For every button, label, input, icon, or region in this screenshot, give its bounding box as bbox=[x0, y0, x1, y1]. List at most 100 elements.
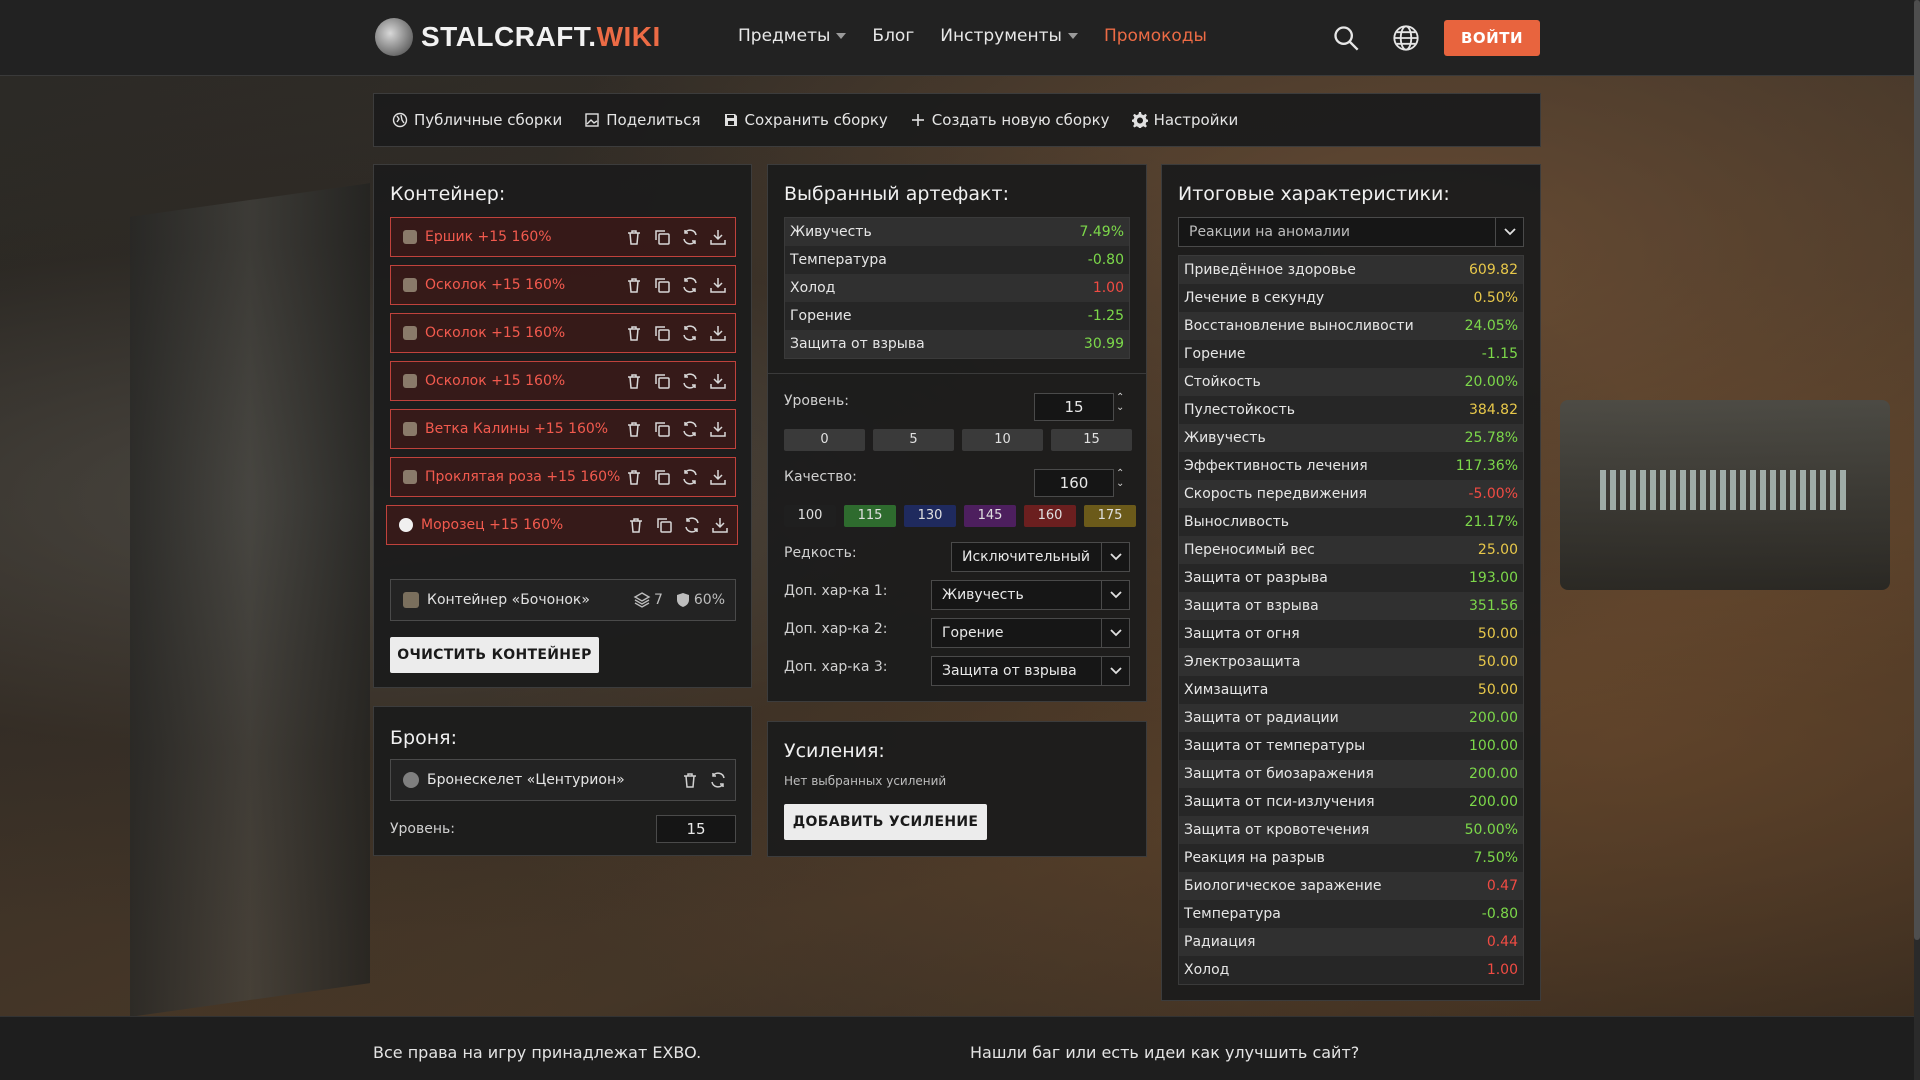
stat-value: 117.36% bbox=[1455, 458, 1518, 474]
stat-name: Защита от взрыва bbox=[790, 336, 925, 352]
nav-item-2[interactable]: Инструменты bbox=[940, 26, 1078, 46]
footer-feedback-link[interactable]: Нашли баг или есть идеи как улучшить сай… bbox=[970, 1043, 1359, 1062]
stat-name: Защита от кровотечения bbox=[1184, 822, 1370, 838]
artifact-name: Ершик +15 160% bbox=[425, 229, 552, 245]
totals-filter-select[interactable]: Реакции на аномалии bbox=[1178, 217, 1524, 247]
quality-input[interactable]: 160 bbox=[1034, 469, 1114, 497]
trash-icon[interactable] bbox=[681, 771, 699, 789]
nav-item-0[interactable]: Предметы bbox=[738, 26, 847, 46]
create-build-button[interactable]: Создать новую сборку bbox=[910, 111, 1110, 129]
trash-icon[interactable] bbox=[625, 276, 643, 294]
stat-value: 200.00 bbox=[1469, 710, 1518, 726]
copy-icon[interactable] bbox=[653, 468, 671, 486]
public-builds-button[interactable]: Публичные сборки bbox=[392, 111, 562, 129]
download-icon[interactable] bbox=[709, 468, 727, 486]
extra2-select[interactable]: Горение bbox=[931, 618, 1130, 648]
quality-chip[interactable]: 160 bbox=[1024, 505, 1076, 527]
download-icon[interactable] bbox=[709, 276, 727, 294]
search-icon[interactable] bbox=[1332, 24, 1360, 52]
swap-icon[interactable] bbox=[683, 516, 701, 534]
swap-icon[interactable] bbox=[681, 420, 699, 438]
download-icon[interactable] bbox=[709, 372, 727, 390]
quality-chip[interactable]: 175 bbox=[1084, 505, 1136, 527]
stat-value: 1.00 bbox=[1486, 962, 1518, 978]
site-logo[interactable]: STALCRAFT.WIKI bbox=[375, 18, 661, 56]
save-icon bbox=[724, 114, 737, 126]
quality-chip[interactable]: 115 bbox=[844, 505, 896, 527]
nav-item-3[interactable]: Промокоды bbox=[1104, 26, 1207, 46]
copy-icon[interactable] bbox=[653, 276, 671, 294]
level-stepper[interactable]: ⌃ ⌄ bbox=[1116, 393, 1124, 413]
container-slot[interactable]: Морозец +15 160% bbox=[386, 505, 738, 545]
container-slot[interactable]: Ершик +15 160% bbox=[390, 217, 736, 257]
extra3-select[interactable]: Защита от взрыва bbox=[931, 656, 1130, 686]
copy-icon[interactable] bbox=[655, 516, 673, 534]
trash-icon[interactable] bbox=[625, 420, 643, 438]
nav-item-1[interactable]: Блог bbox=[872, 26, 914, 46]
trash-icon[interactable] bbox=[625, 468, 643, 486]
login-button[interactable]: ВОЙТИ bbox=[1444, 20, 1540, 56]
armor-item[interactable]: Бронескелет «Центурион» bbox=[390, 759, 736, 801]
container-slot[interactable]: Проклятая роза +15 160% bbox=[390, 457, 736, 497]
stat-row: Эффективность лечения 117.36% bbox=[1179, 452, 1523, 480]
stat-row: Стойкость 20.00% bbox=[1179, 368, 1523, 396]
level-chip[interactable]: 0 bbox=[784, 429, 865, 451]
trash-icon[interactable] bbox=[625, 324, 643, 342]
download-icon[interactable] bbox=[709, 324, 727, 342]
copy-icon[interactable] bbox=[653, 324, 671, 342]
copy-icon[interactable] bbox=[653, 228, 671, 246]
swap-icon[interactable] bbox=[709, 771, 727, 789]
stat-name: Защита от биозаражения bbox=[1184, 766, 1374, 782]
stat-row: Температура -0.80 bbox=[785, 246, 1129, 274]
stat-row: Пулестойкость 384.82 bbox=[1179, 396, 1523, 424]
container-slot[interactable]: Осколок +15 160% bbox=[390, 313, 736, 353]
level-chip[interactable]: 10 bbox=[962, 429, 1043, 451]
globe-icon[interactable] bbox=[1392, 24, 1420, 52]
settings-label: Настройки bbox=[1153, 111, 1239, 129]
swap-icon[interactable] bbox=[681, 372, 699, 390]
stat-row: Реакция на разрыв 7.50% bbox=[1179, 844, 1523, 872]
armor-title: Броня: bbox=[390, 727, 457, 749]
container-slot[interactable]: Осколок +15 160% bbox=[390, 265, 736, 305]
swap-icon[interactable] bbox=[681, 228, 699, 246]
quality-chip[interactable]: 145 bbox=[964, 505, 1016, 527]
armor-level-label: Уровень: bbox=[390, 821, 455, 837]
stat-value: 7.50% bbox=[1473, 850, 1518, 866]
stat-row: Температура -0.80 bbox=[1179, 900, 1523, 928]
copy-icon[interactable] bbox=[653, 420, 671, 438]
quality-chip[interactable]: 130 bbox=[904, 505, 956, 527]
quality-chip[interactable]: 100 bbox=[784, 505, 836, 527]
stat-name: Биологическое заражение bbox=[1184, 878, 1382, 894]
add-boost-button[interactable]: ДОБАВИТЬ УСИЛЕНИЕ bbox=[784, 804, 987, 840]
swap-icon[interactable] bbox=[681, 324, 699, 342]
clear-container-button[interactable]: ОЧИСТИТЬ КОНТЕЙНЕР bbox=[390, 637, 599, 673]
trash-icon[interactable] bbox=[625, 372, 643, 390]
container-slot[interactable]: Ветка Калины +15 160% bbox=[390, 409, 736, 449]
level-chip[interactable]: 5 bbox=[873, 429, 954, 451]
container-item[interactable]: Контейнер «Бочонок» 7 60% bbox=[390, 579, 736, 621]
trash-icon[interactable] bbox=[627, 516, 645, 534]
extra1-select[interactable]: Живучесть bbox=[931, 580, 1130, 610]
rarity-select[interactable]: Исключительный bbox=[951, 542, 1130, 572]
quality-stepper[interactable]: ⌃ ⌄ bbox=[1116, 469, 1124, 489]
level-input[interactable]: 15 bbox=[1034, 393, 1114, 421]
container-slot[interactable]: Осколок +15 160% bbox=[390, 361, 736, 401]
page-scrollbar-thumb[interactable] bbox=[1914, 0, 1920, 940]
download-icon[interactable] bbox=[711, 516, 729, 534]
download-icon[interactable] bbox=[709, 420, 727, 438]
settings-button[interactable]: Настройки bbox=[1131, 111, 1239, 129]
copy-icon[interactable] bbox=[653, 372, 671, 390]
download-icon[interactable] bbox=[709, 228, 727, 246]
stat-value: 200.00 bbox=[1469, 794, 1518, 810]
share-button[interactable]: Поделиться bbox=[584, 111, 701, 129]
artifact-icon bbox=[403, 422, 417, 436]
swap-icon[interactable] bbox=[681, 276, 699, 294]
save-build-button[interactable]: Сохранить сборку bbox=[723, 111, 888, 129]
armor-level-input[interactable]: 15 bbox=[656, 815, 736, 843]
trash-icon[interactable] bbox=[625, 228, 643, 246]
level-chip[interactable]: 15 bbox=[1051, 429, 1132, 451]
stat-value: -5.00% bbox=[1468, 486, 1518, 502]
stat-name: Скорость передвижения bbox=[1184, 486, 1367, 502]
swap-icon[interactable] bbox=[681, 468, 699, 486]
stat-row: Восстановление выносливости 24.05% bbox=[1179, 312, 1523, 340]
